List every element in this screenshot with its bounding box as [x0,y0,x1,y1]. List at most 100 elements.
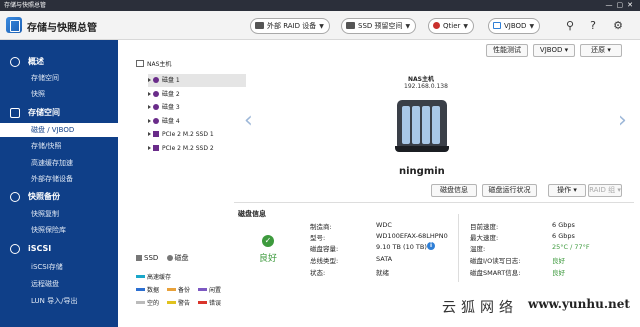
sidebar-item-remote-disk[interactable]: 远程磁盘 [0,277,118,291]
tree-node-label: 磁盘 1 [162,77,180,84]
vjbod-header-button[interactable]: VJBOD ▼ [488,18,541,34]
ssd-overprovision-button[interactable]: SSD 预留空间 ▼ [341,18,417,34]
info-value-model: WD100EFAX-68LHPN0 [376,232,448,240]
tree-node-disk-2[interactable]: 磁盘 2 [148,88,246,101]
enclosure-icon [136,60,144,67]
legend-label: 数据 [147,287,160,294]
search-settings-icon[interactable]: ⚲ [563,19,577,33]
sidebar-item-external-storage[interactable]: 外部存储设备 [0,172,118,186]
speedometer-icon [10,57,20,67]
expand-arrow-icon [148,146,151,150]
sidebar-section-storage[interactable]: 存储空间 [0,105,118,121]
sidebar-item-snapshot[interactable]: 快照 [0,87,118,101]
vjbod-header-label: VJBOD [504,22,527,30]
legend-swatch [167,288,176,291]
backup-clock-icon [10,192,20,202]
tree-root[interactable]: NAS主机 [136,59,171,68]
sidebar-item-disks-vjbod[interactable]: 磁盘 / VJBOD [0,123,118,137]
next-arrow-icon[interactable]: › [618,108,627,133]
tree-node-label: 磁盘 3 [162,104,180,111]
legend-label: 闲置 [209,287,222,294]
app-header: 存储与快照总管 外部 RAID 设备 ▼ SSD 预留空间 ▼ Qtier ▼ VJB… [0,11,640,40]
database-icon [10,108,20,118]
info-icon[interactable]: i [427,242,435,250]
ssd-overprovision-label: SSD 预留空间 [358,22,403,30]
legend-swatch [167,301,176,304]
restore-dropdown-label: 还原 [591,46,606,54]
disk-icon [153,118,159,124]
legend-row: 高速缓存 [136,272,236,281]
info-value-status: 就绪 [376,269,389,277]
info-label-max-speed: 最大速度: [470,234,499,242]
legend-ssd-label: SSD [144,254,159,262]
raid-device-icon [255,22,264,29]
disk-circle-icon [166,255,173,261]
operation-dropdown-button[interactable]: 操作 ▾ [548,184,586,197]
tree-node-ssd-1[interactable]: PCIe 2 M.2 SSD 1 [148,128,246,141]
drive-bay-2[interactable] [412,106,420,144]
legend-swatch [198,288,207,291]
info-value-bus-type: SATA [376,255,393,263]
disk-health-button[interactable]: 磁盘运行状况 [482,184,537,197]
sidebar-item-storage-snapshot[interactable]: 存储/快照 [0,139,118,153]
main-panel: 性能测试 VJBOD ▾ 还原 ▾ NAS主机 磁盘 1 磁盘 2 磁盘 3 磁… [118,40,640,327]
tree-node-disk-3[interactable]: 磁盘 3 [148,101,246,114]
drive-bay-4[interactable] [432,106,440,144]
expand-arrow-icon [148,119,151,123]
legend-swatch [136,301,145,304]
external-raid-button[interactable]: 外部 RAID 设备 ▼ [250,18,330,34]
gear-icon[interactable]: ⚙ [611,19,625,33]
info-column-divider [458,214,459,282]
vjbod-dropdown-label: VJBOD [539,46,563,54]
tree-node-label: 磁盘 4 [162,118,180,125]
ssd-icon [153,145,159,151]
sidebar-item-iscsi-storage[interactable]: iSCSI存储 [0,260,118,274]
chevron-down-icon: ▼ [405,23,411,30]
info-value-capacity: 9.10 TB (10 TB) [376,243,427,251]
raid-group-dropdown-button[interactable]: RAID 组 ▾ [588,184,622,197]
sidebar-section-overview[interactable]: 概述 [0,54,118,70]
info-label-io-log: 磁盘I/O读写日志: [470,257,521,265]
chevron-down-icon: ▾ [564,46,569,54]
help-icon[interactable]: ? [586,19,600,33]
expand-arrow-icon [148,132,151,136]
drive-bay-1[interactable] [402,106,410,144]
tree-root-label: NAS主机 [147,61,172,68]
tree-node-label: PCIe 2 M.2 SSD 2 [162,145,214,152]
ssd-icon [153,131,159,137]
sidebar-item-snapshot-vault[interactable]: 快照保险库 [0,223,118,237]
tree-node-label: PCIe 2 M.2 SSD 1 [162,131,214,138]
device-name: NAS主机 [408,76,434,83]
disk-type-legend: SSD 磁盘 [136,253,189,263]
chevron-down-icon: ▾ [607,46,611,54]
sidebar-item-storage-space[interactable]: 存储空间 [0,71,118,85]
qtier-icon [433,22,440,29]
info-value-max-speed: 6 Gbps [552,232,575,240]
sidebar-item-cache-acceleration[interactable]: 高速缓存加速 [0,156,118,170]
previous-arrow-icon[interactable]: ‹ [244,108,253,133]
vjbod-dropdown-button[interactable]: VJBOD ▾ [533,44,575,57]
qtier-button[interactable]: Qtier ▼ [428,18,475,34]
window-controls[interactable]: —▢✕ [606,0,637,11]
vjbod-icon [493,22,501,29]
legend-label: 高速缓存 [147,274,172,281]
tree-node-disk-1[interactable]: 磁盘 1 [148,74,246,87]
legend-swatch [198,301,207,304]
sidebar-section-snapshot-backup[interactable]: 快照备份 [0,189,118,205]
check-icon: ✓ [262,235,274,247]
restore-dropdown-button[interactable]: 还原 ▾ [580,44,622,57]
storage-app-icon [6,17,22,33]
app-title: 存储与快照总管 [27,23,97,34]
expand-arrow-icon [148,92,151,96]
info-label-temperature: 温度: [470,245,486,253]
disk-tree: NAS主机 磁盘 1 磁盘 2 磁盘 3 磁盘 4 PCIe 2 M.2 SSD… [132,55,246,245]
sidebar-section-iscsi[interactable]: iSCSI [0,241,118,257]
sidebar-item-lun-import-export[interactable]: LUN 导入/导出 [0,294,118,308]
tree-node-disk-4[interactable]: 磁盘 4 [148,115,246,128]
benchmark-button[interactable]: 性能测试 [486,44,528,57]
drive-bay-3[interactable] [422,106,430,144]
expand-arrow-icon [148,105,151,109]
disk-info-button[interactable]: 磁盘信息 [431,184,477,197]
tree-node-ssd-2[interactable]: PCIe 2 M.2 SSD 2 [148,142,246,155]
sidebar-item-snapshot-replica[interactable]: 快照复制 [0,207,118,221]
